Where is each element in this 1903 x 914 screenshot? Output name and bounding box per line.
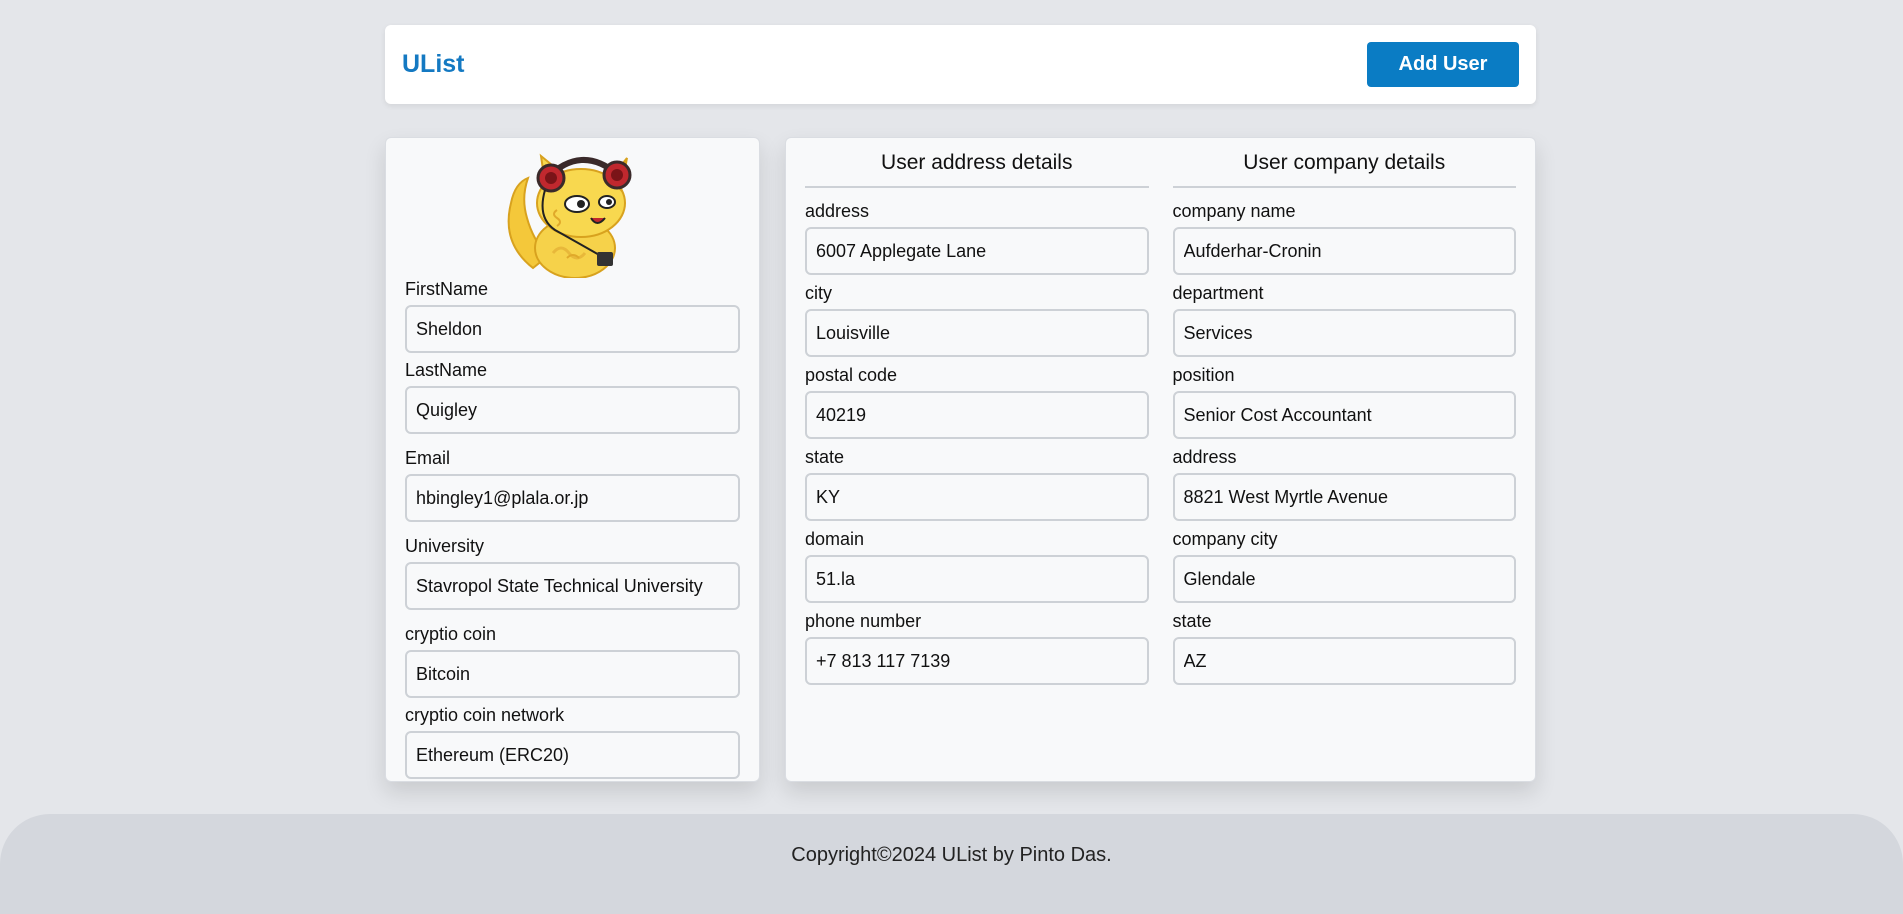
department-field: department <box>1172 282 1516 357</box>
last-name-input[interactable] <box>405 386 740 434</box>
company-state-field: state <box>1172 610 1516 685</box>
state-field: state <box>805 446 1149 521</box>
brand-logo[interactable]: UList <box>402 50 465 79</box>
crypto-network-input[interactable] <box>405 731 740 779</box>
first-name-input[interactable] <box>405 305 740 353</box>
university-field: University <box>405 535 740 610</box>
domain-label: domain <box>805 529 865 549</box>
position-input[interactable] <box>1172 391 1516 439</box>
company-name-input[interactable] <box>1172 227 1516 275</box>
address-label: address <box>805 201 870 221</box>
phone-number-input[interactable] <box>805 637 1149 685</box>
company-column: User company details company name depart… <box>1172 138 1516 781</box>
footer: Copyright©2024 UList by Pinto Das. <box>0 814 1903 914</box>
address-section-title: User address details <box>805 138 1149 188</box>
phone-number-label: phone number <box>805 611 922 631</box>
cat-with-headphones-icon <box>507 153 631 278</box>
crypto-coin-input[interactable] <box>405 650 740 698</box>
email-label: Email <box>405 448 451 468</box>
navbar: UList Add User <box>385 25 1536 104</box>
city-label: city <box>805 283 832 303</box>
first-name-field: FirstName <box>405 278 740 353</box>
position-field: position <box>1172 364 1516 439</box>
last-name-label: LastName <box>405 360 488 380</box>
state-input[interactable] <box>805 473 1149 521</box>
postal-code-field: postal code <box>805 364 1149 439</box>
profile-card: FirstName LastName Email University cryp… <box>385 137 760 782</box>
crypto-network-field: cryptio coin network <box>405 704 740 779</box>
company-section-title: User company details <box>1172 138 1516 188</box>
crypto-network-label: cryptio coin network <box>405 705 565 725</box>
department-input[interactable] <box>1172 309 1516 357</box>
address-field: address <box>805 200 1149 275</box>
add-user-button[interactable]: Add User <box>1367 42 1519 87</box>
city-input[interactable] <box>805 309 1149 357</box>
first-name-label: FirstName <box>405 279 489 299</box>
avatar <box>405 138 740 278</box>
crypto-coin-field: cryptio coin <box>405 623 740 698</box>
email-field: Email <box>405 447 740 522</box>
domain-input[interactable] <box>805 555 1149 603</box>
address-input[interactable] <box>805 227 1149 275</box>
company-city-input[interactable] <box>1172 555 1516 603</box>
company-name-field: company name <box>1172 200 1516 275</box>
postal-code-input[interactable] <box>805 391 1149 439</box>
company-address-label: address <box>1172 447 1237 467</box>
company-address-input[interactable] <box>1172 473 1516 521</box>
company-city-label: company city <box>1172 529 1278 549</box>
department-label: department <box>1172 283 1264 303</box>
university-input[interactable] <box>405 562 740 610</box>
company-state-label: state <box>1172 611 1212 631</box>
university-label: University <box>405 536 485 556</box>
state-label: state <box>805 447 845 467</box>
address-column: User address details address city postal… <box>805 138 1149 781</box>
company-city-field: company city <box>1172 528 1516 603</box>
crypto-coin-label: cryptio coin <box>405 624 497 644</box>
email-input[interactable] <box>405 474 740 522</box>
phone-number-field: phone number <box>805 610 1149 685</box>
postal-code-label: postal code <box>805 365 898 385</box>
copyright-text: Copyright©2024 UList by Pinto Das. <box>791 843 1112 866</box>
details-card: User address details address city postal… <box>785 137 1536 782</box>
last-name-field: LastName <box>405 359 740 434</box>
domain-field: domain <box>805 528 1149 603</box>
company-name-label: company name <box>1172 201 1296 221</box>
city-field: city <box>805 282 1149 357</box>
company-address-field: address <box>1172 446 1516 521</box>
company-state-input[interactable] <box>1172 637 1516 685</box>
position-label: position <box>1172 365 1235 385</box>
